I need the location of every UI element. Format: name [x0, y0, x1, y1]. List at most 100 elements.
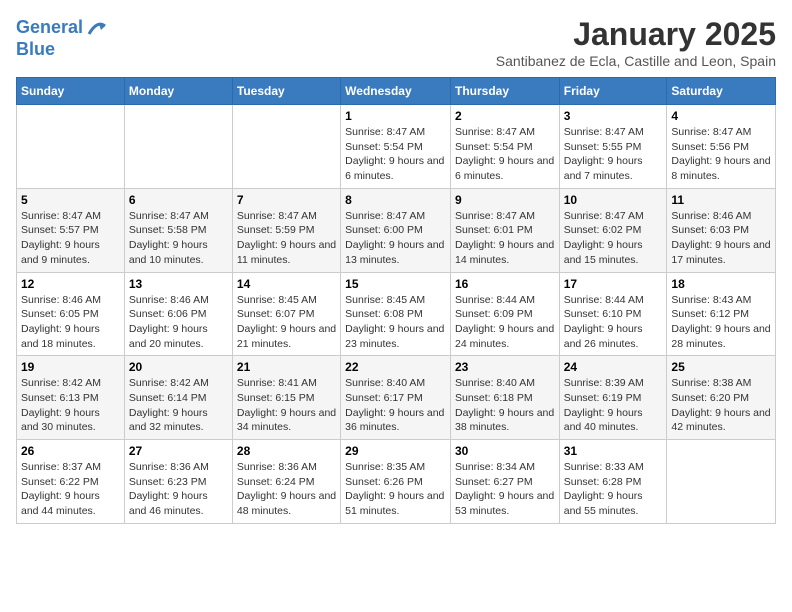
- day-number: 15: [345, 277, 446, 291]
- calendar-cell: 6 Sunrise: 8:47 AMSunset: 5:58 PMDaylight…: [124, 188, 232, 272]
- calendar-cell: [17, 105, 125, 189]
- day-info: Sunrise: 8:45 AMSunset: 6:08 PMDaylight:…: [345, 293, 446, 352]
- calendar-cell: 19 Sunrise: 8:42 AMSunset: 6:13 PMDayligh…: [17, 356, 125, 440]
- weekday-header-cell: Wednesday: [341, 78, 451, 105]
- calendar-cell: 8Sunrise: 8:47 AMSunset: 6:00 PMDaylight…: [341, 188, 451, 272]
- calendar-cell: 14Sunrise: 8:45 AMSunset: 6:07 PMDayligh…: [232, 272, 340, 356]
- day-info: Sunrise: 8:41 AMSunset: 6:15 PMDaylight:…: [237, 376, 336, 435]
- day-info: Sunrise: 8:46 AMSunset: 6:06 PMDaylight:…: [129, 293, 228, 352]
- day-number: 23: [455, 360, 555, 374]
- day-info: Sunrise: 8:40 AMSunset: 6:17 PMDaylight:…: [345, 376, 446, 435]
- day-number: 9: [455, 193, 555, 207]
- day-info: Sunrise: 8:47 AMSunset: 5:58 PMDaylight:…: [129, 209, 228, 268]
- calendar-cell: 7 Sunrise: 8:47 AMSunset: 5:59 PMDaylight…: [232, 188, 340, 272]
- day-number: 13: [129, 277, 228, 291]
- calendar-cell: 30 Sunrise: 8:34 AMSunset: 6:27 PMDayligh…: [450, 440, 559, 524]
- calendar-week-row: 26 Sunrise: 8:37 AMSunset: 6:22 PMDayligh…: [17, 440, 776, 524]
- day-info: Sunrise: 8:44 AMSunset: 6:09 PMDaylight:…: [455, 293, 555, 352]
- calendar-cell: 27Sunrise: 8:36 AMSunset: 6:23 PMDayligh…: [124, 440, 232, 524]
- calendar-cell: 29 Sunrise: 8:35 AMSunset: 6:26 PMDayligh…: [341, 440, 451, 524]
- calendar-cell: 13 Sunrise: 8:46 AMSunset: 6:06 PMDayligh…: [124, 272, 232, 356]
- day-info: Sunrise: 8:47 AMSunset: 5:55 PMDaylight:…: [564, 125, 663, 184]
- logo-text: General: [16, 18, 83, 38]
- day-info: Sunrise: 8:47 AMSunset: 5:56 PMDaylight:…: [671, 125, 771, 184]
- weekday-header-cell: Tuesday: [232, 78, 340, 105]
- calendar-week-row: 12 Sunrise: 8:46 AMSunset: 6:05 PMDayligh…: [17, 272, 776, 356]
- calendar-cell: 22 Sunrise: 8:40 AMSunset: 6:17 PMDayligh…: [341, 356, 451, 440]
- calendar-cell: 18Sunrise: 8:43 AMSunset: 6:12 PMDayligh…: [667, 272, 776, 356]
- day-number: 31: [564, 444, 663, 458]
- calendar-cell: 4Sunrise: 8:47 AMSunset: 5:56 PMDaylight…: [667, 105, 776, 189]
- title-area: January 2025 Santibanez de Ecla, Castill…: [496, 16, 776, 69]
- day-number: 5: [21, 193, 120, 207]
- day-number: 24: [564, 360, 663, 374]
- calendar-cell: 21 Sunrise: 8:41 AMSunset: 6:15 PMDayligh…: [232, 356, 340, 440]
- day-number: 14: [237, 277, 336, 291]
- day-number: 18: [671, 277, 771, 291]
- day-number: 1: [345, 109, 446, 123]
- day-number: 16: [455, 277, 555, 291]
- day-info: Sunrise: 8:40 AMSunset: 6:18 PMDaylight:…: [455, 376, 555, 435]
- weekday-header-cell: Thursday: [450, 78, 559, 105]
- day-info: Sunrise: 8:37 AMSunset: 6:22 PMDaylight:…: [21, 460, 120, 519]
- day-info: Sunrise: 8:34 AMSunset: 6:27 PMDaylight:…: [455, 460, 555, 519]
- day-number: 26: [21, 444, 120, 458]
- calendar-cell: 17Sunrise: 8:44 AMSunset: 6:10 PMDayligh…: [559, 272, 667, 356]
- calendar-cell: 5 Sunrise: 8:47 AMSunset: 5:57 PMDaylight…: [17, 188, 125, 272]
- location: Santibanez de Ecla, Castille and Leon, S…: [496, 53, 776, 69]
- calendar-table: SundayMondayTuesdayWednesdayThursdayFrid…: [16, 77, 776, 524]
- day-info: Sunrise: 8:47 AMSunset: 5:54 PMDaylight:…: [345, 125, 446, 184]
- day-number: 21: [237, 360, 336, 374]
- day-info: Sunrise: 8:47 AMSunset: 5:59 PMDaylight:…: [237, 209, 336, 268]
- day-number: 6: [129, 193, 228, 207]
- day-info: Sunrise: 8:42 AMSunset: 6:13 PMDaylight:…: [21, 376, 120, 435]
- day-info: Sunrise: 8:39 AMSunset: 6:19 PMDaylight:…: [564, 376, 663, 435]
- calendar-week-row: 1 Sunrise: 8:47 AMSunset: 5:54 PMDaylight…: [17, 105, 776, 189]
- day-info: Sunrise: 8:47 AMSunset: 5:57 PMDaylight:…: [21, 209, 120, 268]
- day-number: 29: [345, 444, 446, 458]
- calendar-cell: 24 Sunrise: 8:39 AMSunset: 6:19 PMDayligh…: [559, 356, 667, 440]
- month-year: January 2025: [496, 16, 776, 53]
- day-number: 19: [21, 360, 120, 374]
- weekday-header-cell: Friday: [559, 78, 667, 105]
- day-info: Sunrise: 8:35 AMSunset: 6:26 PMDaylight:…: [345, 460, 446, 519]
- day-number: 17: [564, 277, 663, 291]
- day-number: 28: [237, 444, 336, 458]
- day-info: Sunrise: 8:47 AMSunset: 6:02 PMDaylight:…: [564, 209, 663, 268]
- day-number: 20: [129, 360, 228, 374]
- calendar-cell: 15 Sunrise: 8:45 AMSunset: 6:08 PMDayligh…: [341, 272, 451, 356]
- day-info: Sunrise: 8:36 AMSunset: 6:23 PMDaylight:…: [129, 460, 228, 519]
- day-info: Sunrise: 8:47 AMSunset: 6:01 PMDaylight:…: [455, 209, 555, 268]
- calendar-cell: 16 Sunrise: 8:44 AMSunset: 6:09 PMDayligh…: [450, 272, 559, 356]
- logo: General Blue: [16, 16, 109, 60]
- calendar-cell: 23 Sunrise: 8:40 AMSunset: 6:18 PMDayligh…: [450, 356, 559, 440]
- day-info: Sunrise: 8:46 AMSunset: 6:03 PMDaylight:…: [671, 209, 771, 268]
- day-number: 12: [21, 277, 120, 291]
- day-number: 3: [564, 109, 663, 123]
- calendar-cell: 25Sunrise: 8:38 AMSunset: 6:20 PMDayligh…: [667, 356, 776, 440]
- day-info: Sunrise: 8:46 AMSunset: 6:05 PMDaylight:…: [21, 293, 120, 352]
- calendar-week-row: 19 Sunrise: 8:42 AMSunset: 6:13 PMDayligh…: [17, 356, 776, 440]
- day-number: 2: [455, 109, 555, 123]
- calendar-cell: [124, 105, 232, 189]
- weekday-header-cell: Sunday: [17, 78, 125, 105]
- day-number: 10: [564, 193, 663, 207]
- calendar-cell: 26 Sunrise: 8:37 AMSunset: 6:22 PMDayligh…: [17, 440, 125, 524]
- day-info: Sunrise: 8:47 AMSunset: 5:54 PMDaylight:…: [455, 125, 555, 184]
- day-number: 22: [345, 360, 446, 374]
- day-info: Sunrise: 8:33 AMSunset: 6:28 PMDaylight:…: [564, 460, 663, 519]
- calendar-cell: 3 Sunrise: 8:47 AMSunset: 5:55 PMDaylight…: [559, 105, 667, 189]
- calendar-week-row: 5 Sunrise: 8:47 AMSunset: 5:57 PMDaylight…: [17, 188, 776, 272]
- weekday-header-cell: Monday: [124, 78, 232, 105]
- calendar-cell: 2 Sunrise: 8:47 AMSunset: 5:54 PMDaylight…: [450, 105, 559, 189]
- logo-subtext: Blue: [16, 40, 109, 60]
- day-info: Sunrise: 8:47 AMSunset: 6:00 PMDaylight:…: [345, 209, 446, 268]
- calendar-cell: 9 Sunrise: 8:47 AMSunset: 6:01 PMDaylight…: [450, 188, 559, 272]
- day-number: 11: [671, 193, 771, 207]
- weekday-header-cell: Saturday: [667, 78, 776, 105]
- day-info: Sunrise: 8:42 AMSunset: 6:14 PMDaylight:…: [129, 376, 228, 435]
- day-number: 7: [237, 193, 336, 207]
- calendar-cell: 12 Sunrise: 8:46 AMSunset: 6:05 PMDayligh…: [17, 272, 125, 356]
- day-number: 30: [455, 444, 555, 458]
- day-info: Sunrise: 8:36 AMSunset: 6:24 PMDaylight:…: [237, 460, 336, 519]
